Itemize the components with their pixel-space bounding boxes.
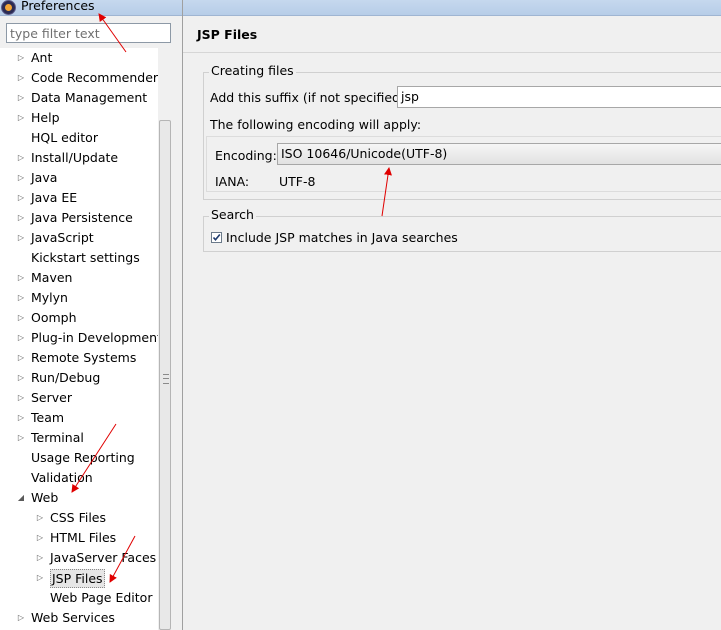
annotation-arrow-encoding: [381, 167, 392, 217]
annotation-arrow-web: [71, 423, 117, 493]
annotation-arrow-title: [98, 13, 127, 53]
annotation-arrows: [71, 13, 392, 583]
annotation-arrow-jsp: [109, 535, 136, 583]
